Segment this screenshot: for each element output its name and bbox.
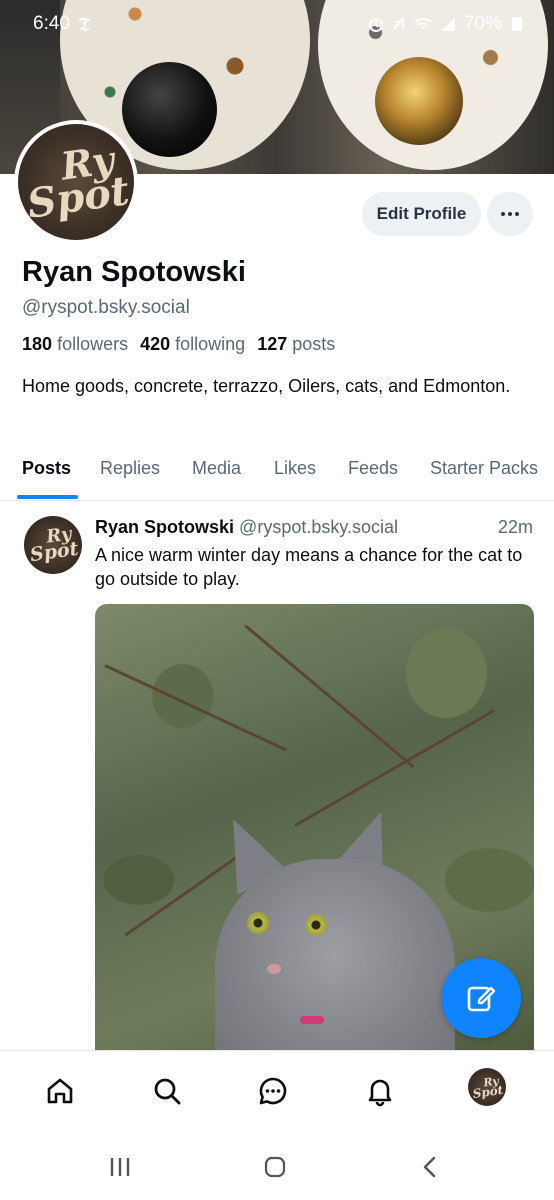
post-author-name[interactable]: Ryan Spotowski: [95, 517, 234, 537]
compose-icon: [467, 986, 496, 1012]
tab-posts[interactable]: Posts: [22, 458, 71, 479]
nav-notifications[interactable]: [360, 1071, 400, 1111]
nav-search[interactable]: [147, 1071, 187, 1111]
cat-collar-tag: [300, 1016, 324, 1024]
avatar-logo-bottom: Spot: [24, 166, 132, 228]
status-time: 6:40: [33, 13, 70, 34]
back-icon: [423, 1156, 436, 1178]
nav-chat[interactable]: [253, 1071, 293, 1111]
more-dot-2: [508, 212, 512, 216]
post-text: A nice warm winter day means a chance fo…: [95, 545, 523, 589]
more-dot-3: [515, 212, 519, 216]
compose-post-button[interactable]: [441, 958, 521, 1038]
banner-black-ball: [122, 62, 217, 157]
wifi-icon: [414, 18, 432, 29]
more-options-button[interactable]: [487, 192, 533, 236]
recent-apps-button[interactable]: [100, 1152, 140, 1182]
search-icon: [154, 1078, 181, 1105]
active-tab-indicator: [17, 495, 78, 499]
post-author-avatar[interactable]: Ry Spot: [24, 516, 82, 574]
tab-feeds[interactable]: Feeds: [348, 458, 398, 479]
back-button[interactable]: [410, 1152, 450, 1182]
posts-stat: 127 posts: [257, 334, 335, 355]
tab-replies[interactable]: Replies: [100, 458, 160, 479]
followers-link[interactable]: 180 followers: [22, 334, 128, 355]
display-name: Ryan Spotowski: [22, 256, 246, 288]
following-count: 420: [140, 334, 171, 354]
mute-icon: [393, 17, 405, 30]
tab-likes[interactable]: Likes: [274, 458, 316, 479]
following-link[interactable]: 420 following: [140, 334, 245, 355]
cat-nose: [267, 964, 281, 974]
post-author-handle[interactable]: @ryspot.bsky.social: [239, 517, 398, 537]
chat-icon: [259, 1077, 287, 1105]
more-dots-icon: [501, 212, 505, 216]
recent-apps-icon: [110, 1158, 130, 1176]
nav-profile-avatar[interactable]: Ry Spot: [468, 1068, 506, 1106]
nav-avatar-logo-bottom: Spot: [471, 1082, 504, 1101]
cat-eye-right: [305, 914, 327, 936]
post-avatar-logo-bottom: Spot: [28, 537, 80, 567]
battery-percent: 70%: [463, 13, 502, 34]
status-bar: 6:40 𝕿 70%: [0, 0, 554, 50]
profile-stats: 180 followers 420 following 127 posts: [22, 334, 335, 355]
posts-label: posts: [292, 334, 336, 354]
cat-eye-left: [247, 912, 269, 934]
notifications-icon: [368, 1079, 392, 1107]
nav-home[interactable]: [40, 1071, 80, 1111]
tab-media[interactable]: Media: [192, 458, 241, 479]
followers-label: followers: [57, 334, 129, 354]
system-navigation-bar: [0, 1134, 554, 1200]
nyt-news-icon: 𝕿: [78, 12, 91, 36]
post-timestamp[interactable]: 22m: [498, 517, 533, 538]
followers-count: 180: [22, 334, 53, 354]
profile-tabs: Posts Replies Media Likes Feeds Starter …: [0, 440, 554, 501]
signal-icon: [440, 17, 455, 31]
profile-avatar[interactable]: Ry Spot: [14, 120, 138, 244]
posts-count: 127: [257, 334, 288, 354]
banner-gold-ball: [375, 57, 463, 145]
battery-icon: [512, 17, 522, 31]
tab-starter-packs[interactable]: Starter Packs: [430, 458, 538, 479]
cat: [215, 859, 455, 1064]
profile-bio: Home goods, concrete, terrazzo, Oilers, …: [22, 376, 511, 396]
alarm-icon: [368, 18, 383, 32]
following-label: following: [175, 334, 246, 354]
home-button-icon: [264, 1156, 286, 1178]
image-branch: [104, 664, 287, 752]
home-icon: [47, 1078, 73, 1104]
image-branch: [294, 709, 495, 827]
edit-profile-button[interactable]: Edit Profile: [362, 192, 481, 236]
status-icons: 70%: [368, 13, 522, 35]
post-header[interactable]: Ryan Spotowski @ryspot.bsky.social: [95, 517, 398, 538]
home-button[interactable]: [255, 1152, 295, 1182]
image-branch: [244, 624, 415, 769]
profile-handle: @ryspot.bsky.social: [22, 297, 190, 318]
